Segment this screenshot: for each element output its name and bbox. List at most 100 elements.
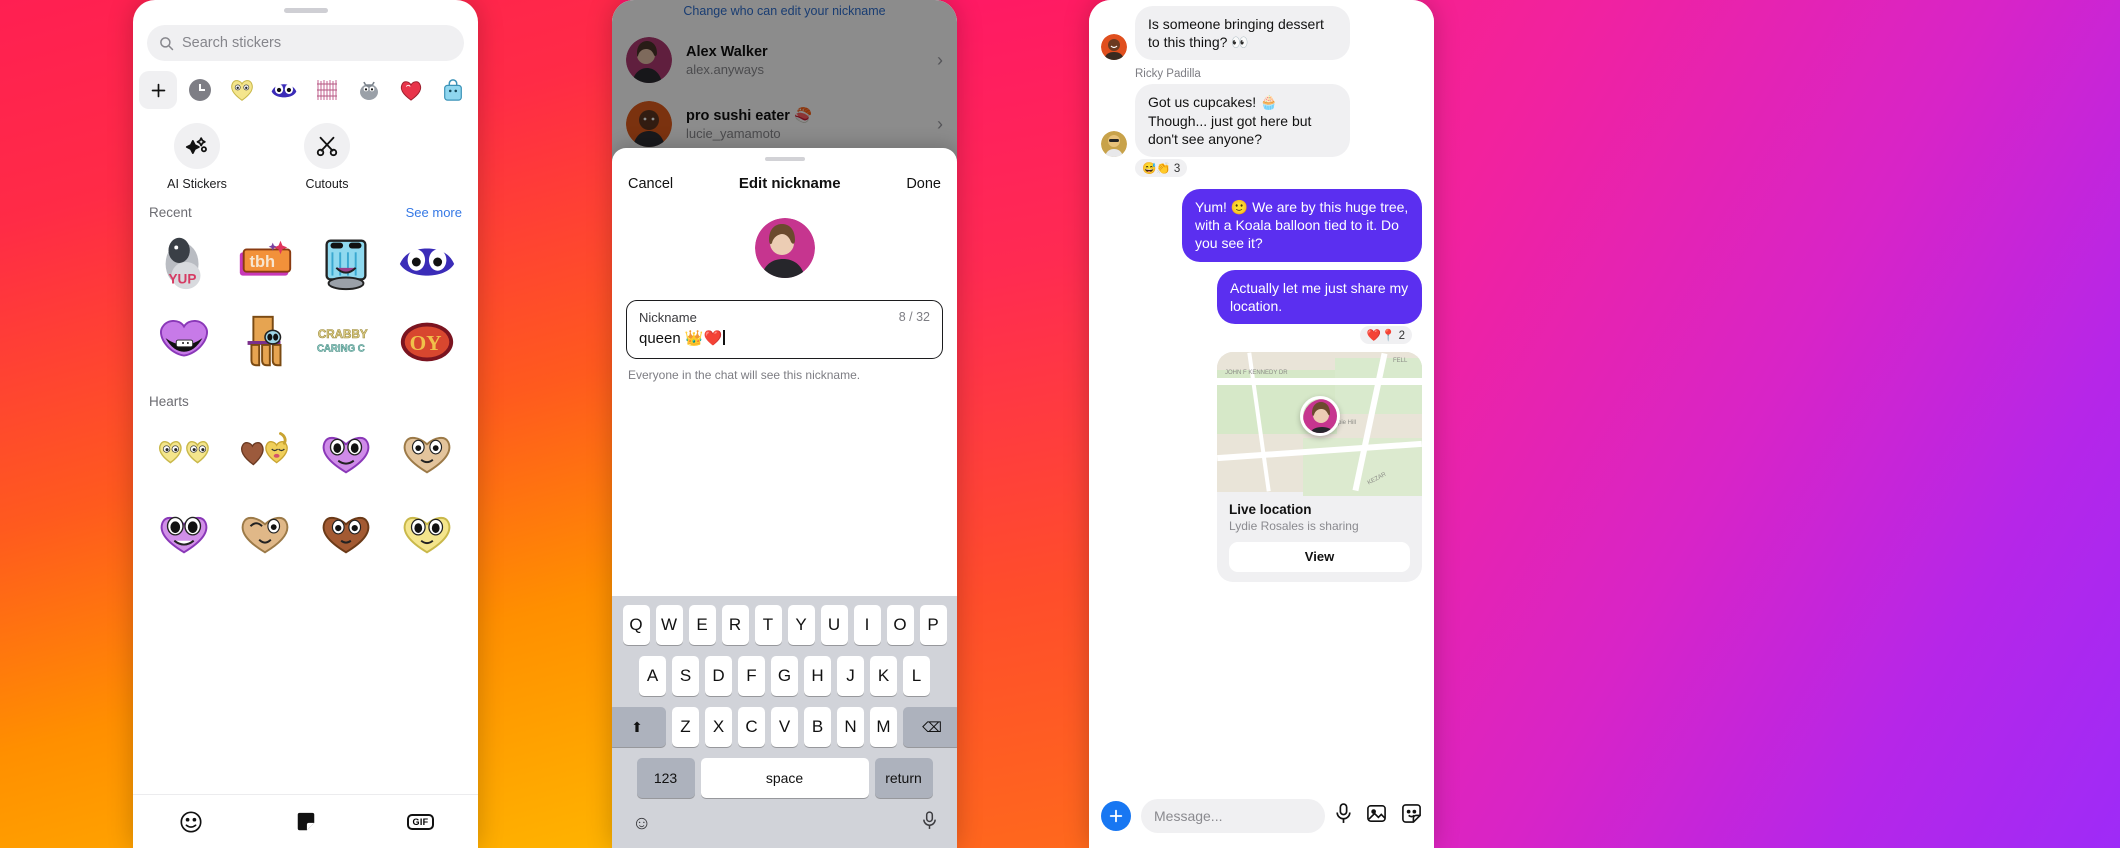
view-location-button[interactable]: View — [1229, 541, 1410, 572]
gif-tab[interactable]: GIF — [399, 807, 443, 837]
message-bubble[interactable]: Actually let me just share my location. — [1217, 269, 1422, 324]
message-input[interactable]: Message... — [1141, 799, 1325, 833]
sticker-category-red-heart-sticker[interactable] — [392, 71, 430, 109]
key-h-key[interactable]: H — [804, 656, 831, 696]
key-j-key[interactable]: J — [837, 656, 864, 696]
svg-text:OY: OY — [410, 331, 442, 355]
chat-phone: Is someone bringing dessert to this thin… — [1089, 0, 1434, 848]
sticker-orange-legs-sticker[interactable] — [224, 304, 305, 380]
svg-text:YUP: YUP — [168, 271, 196, 286]
search-icon — [159, 36, 174, 51]
image-icon[interactable] — [1366, 803, 1387, 829]
sticker-purple-eyes-sticker[interactable] — [387, 224, 468, 300]
microphone-icon[interactable] — [922, 811, 937, 836]
key-y-key[interactable]: Y — [787, 605, 815, 645]
key-i-key[interactable]: I — [853, 605, 881, 645]
sticker-category-add-sticker[interactable] — [139, 71, 177, 109]
sheet-header: Cancel Edit nickname Done — [612, 161, 957, 192]
message-placeholder: Message... — [1154, 808, 1223, 824]
sticker-tbh-sticker[interactable]: tbh — [224, 224, 305, 300]
gif-tab-label: GIF — [406, 813, 435, 830]
search-stickers-input[interactable]: Search stickers — [147, 25, 464, 61]
key-u-key[interactable]: U — [820, 605, 848, 645]
sticker-purple-lips-sticker[interactable] — [143, 304, 224, 380]
map-preview[interactable]: JOHN F KENNEDY DR Hippie Hill FELL KEZAR — [1217, 351, 1422, 496]
key-p-key[interactable]: P — [919, 605, 947, 645]
onscreen-keyboard: QWERTYUIOP ASDFGHJKL ⬆ ZXCVBNM ⌫ 123 spa… — [612, 596, 957, 848]
key-z-key[interactable]: Z — [672, 707, 699, 747]
space-key[interactable]: space — [700, 758, 869, 798]
done-button[interactable]: Done — [906, 176, 941, 192]
sticker-pigeon-yup-sticker[interactable]: YUP — [143, 224, 224, 300]
cancel-button[interactable]: Cancel — [628, 176, 673, 192]
key-a-key[interactable]: A — [639, 656, 666, 696]
key-d-key[interactable]: D — [705, 656, 732, 696]
key-x-key[interactable]: X — [705, 707, 732, 747]
location-avatar-pin — [1299, 396, 1340, 437]
emoji-tab[interactable] — [169, 807, 213, 837]
sticker-category-grey-creature-sticker[interactable] — [350, 71, 388, 109]
sticker-yellow-heart-eyes[interactable] — [387, 493, 468, 569]
sticker-category-yellow-heart-face-sticker[interactable] — [223, 71, 261, 109]
key-k-key[interactable]: K — [870, 656, 897, 696]
sticker-purple-heart-face[interactable] — [306, 413, 387, 489]
key-l-key[interactable]: L — [903, 656, 930, 696]
reaction-badge[interactable]: 😅👏 3 — [1135, 158, 1188, 177]
sticker-category-recent-clock[interactable] — [181, 71, 219, 109]
sticker-tab[interactable] — [284, 807, 328, 837]
key-v-key[interactable]: V — [771, 707, 798, 747]
key-o-key[interactable]: O — [886, 605, 914, 645]
sticker-brown-yellow-hearts[interactable] — [224, 413, 305, 489]
sticker-oy-swirl-sticker[interactable]: OY — [387, 304, 468, 380]
ai-stickers-tool[interactable]: AI Stickers — [155, 123, 239, 191]
key-n-key[interactable]: N — [837, 707, 864, 747]
sticker-brown-winking-heart[interactable] — [224, 493, 305, 569]
shift-key[interactable]: ⬆ — [612, 707, 666, 747]
key-q-key[interactable]: Q — [622, 605, 650, 645]
key-t-key[interactable]: T — [754, 605, 782, 645]
nickname-input[interactable]: Nickname 8 / 32 queen 👑❤️ — [626, 300, 943, 359]
edit-nickname-phone: Change who can edit your nickname Alex W… — [612, 0, 957, 848]
sticker-dark-brown-heart[interactable] — [306, 493, 387, 569]
key-g-key[interactable]: G — [771, 656, 798, 696]
sticker-category-purple-eyes-sticker[interactable] — [265, 71, 303, 109]
backspace-key[interactable]: ⌫ — [903, 707, 957, 747]
message-bubble[interactable]: Is someone bringing dessert to this thin… — [1135, 6, 1350, 61]
message-list[interactable]: Is someone bringing dessert to this thin… — [1089, 0, 1434, 784]
sticker-crabby-caring-sticker[interactable]: CRABBY CARING C — [306, 304, 387, 380]
reaction-badge[interactable]: ❤️📍 2 — [1359, 325, 1412, 344]
key-r-key[interactable]: R — [721, 605, 749, 645]
sticker-two-yellow-hearts[interactable] — [143, 413, 224, 489]
microphone-icon[interactable] — [1335, 803, 1352, 829]
sticker-tan-heart-face[interactable] — [387, 413, 468, 489]
key-s-key[interactable]: S — [672, 656, 699, 696]
sparkle-icon — [174, 123, 220, 169]
key-e-key[interactable]: E — [688, 605, 716, 645]
key-m-key[interactable]: M — [870, 707, 897, 747]
emoji-icon[interactable]: ☺ — [632, 813, 651, 835]
cutouts-tool[interactable]: Cutouts — [285, 123, 369, 191]
sheet-grabber[interactable] — [283, 8, 328, 13]
key-b-key[interactable]: B — [804, 707, 831, 747]
recent-section-header: Recent See more — [133, 191, 478, 220]
message-bubble[interactable]: Got us cupcakes! 🧁 Though... just got he… — [1135, 84, 1350, 157]
numbers-key[interactable]: 123 — [636, 758, 695, 798]
ai-stickers-label: AI Stickers — [167, 177, 227, 191]
sticker-crying-window-sticker[interactable] — [306, 224, 387, 300]
map-road-1 — [1217, 377, 1422, 385]
sticker-icon[interactable] — [1401, 803, 1422, 829]
plus-circle-icon[interactable] — [1101, 801, 1131, 831]
key-c-key[interactable]: C — [738, 707, 765, 747]
message-bubble[interactable]: Yum! 🙂 We are by this huge tree, with a … — [1182, 188, 1422, 262]
sticker-category-pink-scribble-sticker[interactable] — [308, 71, 346, 109]
live-location-card[interactable]: JOHN F KENNEDY DR Hippie Hill FELL KEZAR… — [1217, 351, 1422, 582]
sticker-purple-happy-heart[interactable] — [143, 493, 224, 569]
nickname-avatar — [754, 218, 815, 278]
key-w-key[interactable]: W — [655, 605, 683, 645]
recent-see-more-link[interactable]: See more — [406, 205, 462, 220]
message-row-outgoing: Actually let me just share my location. — [1101, 269, 1422, 324]
sticker-category-blue-bag-sticker[interactable] — [434, 71, 472, 109]
key-f-key[interactable]: F — [738, 656, 765, 696]
message-sender-name: Ricky Padilla — [1135, 68, 1201, 81]
return-key[interactable]: return — [874, 758, 933, 798]
